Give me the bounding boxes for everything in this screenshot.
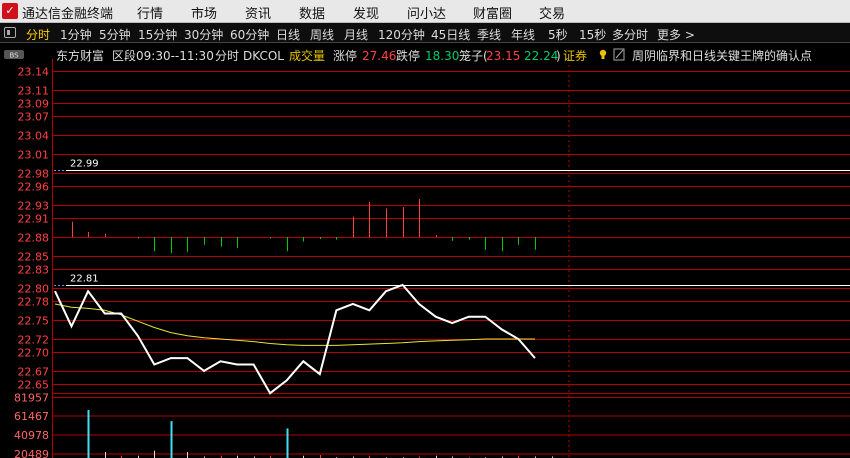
y-tick-label: 22.75 [18,315,50,328]
stock-name: 东方财富 [56,48,104,63]
indicator-series: 成交量 [289,48,325,63]
note-text: 周阴临界和日线关键王牌的确认点 [632,48,812,63]
menu-market[interactable]: 市场 [191,3,217,22]
chart-mode: 分时 [215,49,239,63]
menu-quotes[interactable]: 行情 [137,3,163,22]
menu-discover[interactable]: 发现 [353,3,379,22]
cage-label: 笼子( [459,48,488,63]
limit-up-label: 涨停 [333,48,357,63]
tab-more[interactable]: 更多 > [657,26,695,43]
tab-weekly[interactable]: 周线 [310,26,334,43]
y-tick-label: 22.80 [18,283,50,296]
tab-monthly[interactable]: 月线 [344,26,368,43]
tab-yearly[interactable]: 年线 [511,26,535,43]
volume-tick-label: 81957 [14,392,49,405]
limit-down-label: 跌停 [396,48,420,63]
y-tick-label: 22.78 [18,296,50,309]
app-title: 通达信金融终端 [22,7,114,22]
cage-close: ) [556,49,561,63]
info-line: 东方财富 区段09:30--11:30 分时 DKCOL 成交量 涨停 27.4… [56,48,812,63]
indicator-name: DKCOL [243,49,284,63]
y-tick-label: 22.65 [18,379,50,392]
volume-tick-label: 40978 [14,429,49,442]
tab-quarterly[interactable]: 季线 [477,26,501,43]
lightbulb-icon[interactable] [599,49,607,59]
y-tick-label: 22.83 [18,264,50,277]
menu-wealth-circle[interactable]: 财富圈 [473,3,512,22]
limit-up-value: 27.46 [362,49,396,63]
y-tick-label: 22.70 [18,347,50,360]
limit-down-value: 18.30 [425,49,459,63]
timeframe-toolbar: 分时 1分钟 5分钟 15分钟 30分钟 60分钟 日线 周线 月线 120分钟… [0,23,850,43]
menu-bar: ✓ 通达信金融终端 行情 市场 资讯 数据 发现 问小达 财富圈 交易 [0,0,850,23]
reference-line-label: 22.99 [70,159,99,170]
session-segment: 区段09:30--11:30 [112,48,214,63]
tab-5sec[interactable]: 5秒 [548,26,568,43]
chart-grid [52,59,850,458]
y-tick-label: 22.72 [18,334,50,347]
y-tick-label: 23.14 [18,66,50,79]
reference-line-label: 22.81 [70,274,99,285]
y-tick-label: 22.88 [18,232,50,245]
menu-news[interactable]: 资讯 [245,3,271,22]
volume-tick-label: 61467 [14,410,49,423]
intraday-chart[interactable]: 23.14 23.1123.0923.07 23.04 23.01 22.9822.96… [0,43,850,458]
y-tick-label: 23.04 [18,130,50,143]
tab-1min[interactable]: 1分钟 [60,26,92,43]
cage-high: 23.15 [486,49,520,63]
y-tick-label: 22.67 [18,366,50,379]
y-tick-label: 22.93 [18,200,50,213]
tab-daily[interactable]: 日线 [276,26,300,43]
tab-120min[interactable]: 120分钟 [378,26,425,43]
y-tick-label: 22.91 [18,213,50,226]
y-tick-label: 22.98 [18,168,50,181]
tab-multi-intraday[interactable]: 多分时 [612,26,648,43]
volume-panel: 81957 61467 40978 20489 [14,392,850,458]
cage-low: 22.24 [524,49,558,63]
y-tick-label: 23.11 [18,85,50,98]
menu-ask-xiaoda[interactable]: 问小达 [407,3,446,22]
sector-label[interactable]: 证券 [563,48,587,63]
red-green-bars [72,198,536,253]
tab-60min[interactable]: 60分钟 [230,26,269,43]
tab-intraday[interactable]: 分时 [26,26,50,43]
bs-badge-label: BS [9,52,19,60]
tab-15sec[interactable]: 15秒 [579,26,606,43]
menu-data[interactable]: 数据 [299,3,325,22]
tab-15min[interactable]: 15分钟 [138,26,177,43]
y-tick-label: 23.09 [18,98,50,111]
tab-5min[interactable]: 5分钟 [99,26,131,43]
y-tick-label: 23.01 [18,149,50,162]
menu-trade[interactable]: 交易 [539,3,565,22]
panel-toggle-icon[interactable] [4,27,16,38]
note-edit-icon[interactable] [613,48,625,61]
volume-tick-label: 20489 [14,448,49,458]
y-tick-label: 23.07 [18,111,50,124]
tab-45day[interactable]: 45日线 [431,26,470,43]
y-tick-label: 22.96 [18,181,50,194]
tab-30min[interactable]: 30分钟 [184,26,223,43]
y-tick-label: 22.85 [18,251,50,264]
price-axis: 23.14 23.1123.0923.07 23.04 23.01 22.9822.96… [18,66,50,392]
reference-lines: 22.99 22.81 [54,159,850,286]
app-logo-icon[interactable]: ✓ [2,3,18,19]
